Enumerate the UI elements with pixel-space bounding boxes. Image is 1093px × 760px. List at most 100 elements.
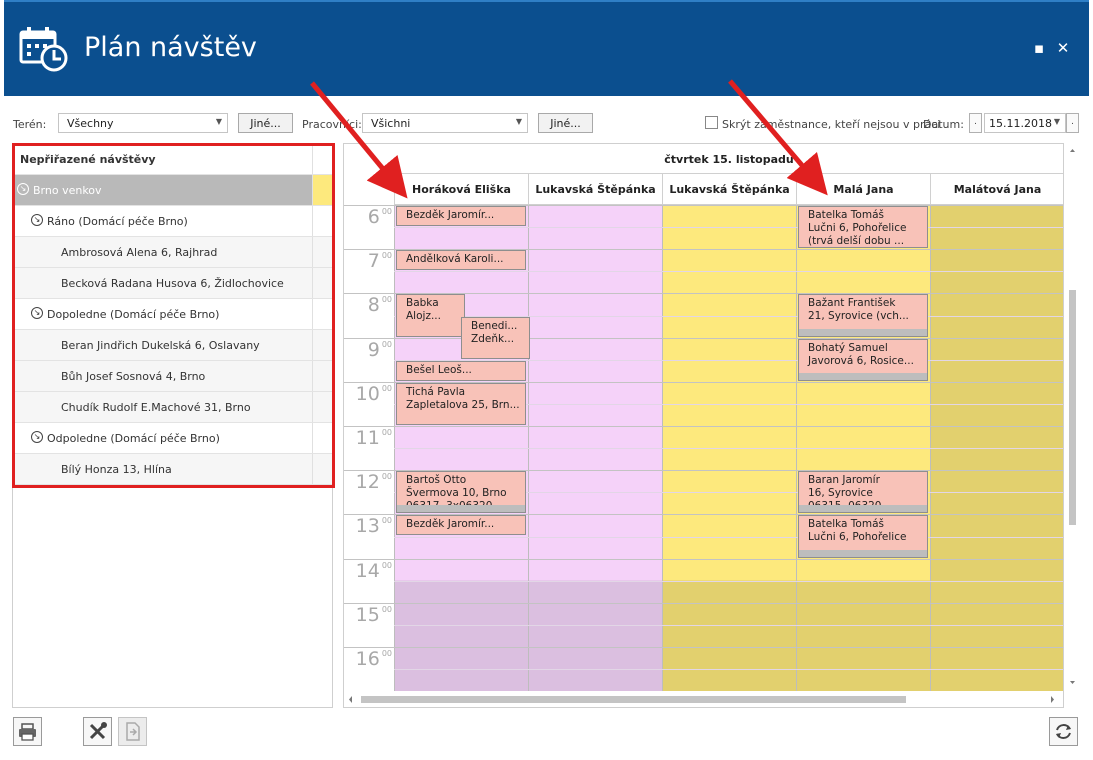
worker-column-header[interactable]: Malá Jana (796, 174, 930, 205)
horizontal-scrollbar[interactable] (345, 693, 1063, 706)
appointment[interactable]: Bohatý Samuel Javorová 6, Rosice... (798, 338, 928, 381)
appointment-text: Andělková Karoli... (406, 253, 504, 266)
workers-select[interactable]: Všichni ▼ (362, 113, 528, 133)
appointment-status-bar (799, 328, 927, 336)
appointment[interactable]: Bezděk Jaromír... (396, 515, 526, 536)
hour-minutes: 00 (381, 516, 392, 526)
tree-item[interactable]: Bůh Josef Sosnová 4, Brno (13, 361, 332, 392)
tree-item-label: Dopoledne (Domácí péče Brno) (47, 308, 220, 321)
hour-number: 13 (355, 515, 380, 538)
half-hour-gridline (394, 448, 1063, 450)
hour-minutes: 00 (381, 207, 392, 216)
half-hour-gridline (394, 271, 1063, 273)
expand-group-icon[interactable]: ↘ (17, 183, 29, 195)
close-button[interactable]: ✕ (1056, 41, 1070, 56)
next-day-button[interactable]: . (1066, 113, 1079, 133)
app-title: Plán návštěv (84, 32, 257, 63)
tree-item[interactable]: Becková Radana Husova 6, Židlochovice (13, 268, 332, 299)
refresh-icon (1056, 724, 1071, 739)
hour-gridline (344, 558, 1063, 560)
hour-minutes: 00 (381, 251, 392, 261)
worker-column-header[interactable]: Lukavská Štěpánka (662, 174, 796, 205)
hour-minutes: 00 (381, 383, 392, 393)
hour-minutes: 00 (381, 428, 392, 437)
workers-other-button[interactable]: Jiné... (538, 113, 593, 133)
appointment[interactable]: Andělková Karoli... (396, 250, 526, 271)
appointment-text: Bezděk Jaromír... (406, 209, 495, 221)
unassigned-panel: Nepřiřazené návštěvy ↘ Brno venkov ↘ Ráno (… (12, 143, 333, 708)
hour-number: 14 (355, 559, 380, 582)
side-cell (312, 423, 332, 453)
date-picker[interactable]: 15.11.2018 ▼ (984, 113, 1066, 133)
side-cell (312, 237, 332, 267)
tools-button[interactable] (83, 717, 112, 746)
print-button[interactable] (13, 717, 42, 746)
appointment-text: Babka (406, 297, 439, 310)
appointment[interactable]: Benedi... Zdeňk... (461, 316, 530, 359)
side-cell (312, 361, 332, 391)
chevron-down-icon: ▼ (215, 117, 222, 126)
tree-item[interactable]: Chudík Rudolf E.Machové 31, Brno (13, 392, 332, 423)
hour-minutes: 00 (381, 472, 392, 482)
appointment-text: Tichá Pavla (406, 385, 466, 398)
tree-item-label: Brno venkov (33, 184, 102, 197)
appointment-text: Alojz... (406, 310, 441, 323)
hour-number: 10 (355, 382, 380, 405)
expand-group-icon[interactable]: ↘ (31, 431, 43, 443)
worker-column-header[interactable]: Lukavská Štěpánka (528, 174, 662, 205)
calendar-day-header: čtvrtek 15. listopadu (394, 144, 1063, 174)
tree-item-label: Beran Jindřich Dukelská 6, Oslavany (61, 339, 260, 352)
appointment[interactable]: Tichá Pavla Zapletalova 25, Brn... (396, 382, 526, 425)
maximize-button[interactable]: ▪ (1032, 41, 1046, 56)
teren-label: Terén: (13, 118, 47, 131)
worker-column-header[interactable]: Malátová Jana (930, 174, 1063, 205)
half-hour-gridline (394, 669, 1063, 671)
hour-gridline (344, 337, 1063, 339)
hour-label: 11 00 (348, 427, 392, 449)
appointment-text: 21, Syrovice (vch... (808, 310, 909, 323)
side-cell (312, 175, 332, 205)
expand-group-icon[interactable]: ↘ (31, 307, 43, 319)
appointment[interactable]: Babka Alojz... (396, 294, 465, 337)
tree-item[interactable]: ↘ Odpoledne (Domácí péče Brno) (13, 423, 332, 454)
appointment[interactable]: Bešel Leoš... (396, 360, 526, 381)
title-bar-stripe (4, 0, 1089, 2)
worker-column-header[interactable]: Horáková Eliška (394, 174, 528, 205)
appointment[interactable]: Bartoš OttoŠvermova 10, Brno06317, 3x063… (396, 471, 526, 514)
tree-item[interactable]: ↘ Ráno (Domácí péče Brno) (13, 206, 332, 237)
hide-absent-checkbox[interactable] (705, 116, 718, 129)
appointment[interactable]: Batelka Tomáš Lučni 6, Pohořelice (798, 515, 928, 558)
half-hour-gridline (394, 227, 1063, 229)
tree-item[interactable]: ↘ Dopoledne (Domácí péče Brno) (13, 299, 332, 330)
export-button[interactable] (118, 717, 147, 746)
workers-label: Pracovníci: (302, 118, 362, 131)
appointment-text: 16, Syrovice (808, 487, 873, 500)
appointment-text: Batelka Tomáš (808, 209, 884, 221)
prev-day-button[interactable]: . (969, 113, 982, 133)
hour-gridline (344, 426, 1063, 427)
vertical-scrollbar[interactable] (1068, 145, 1077, 690)
tree-item[interactable]: ↘ Brno venkov (13, 175, 332, 206)
export-icon (126, 722, 140, 741)
teren-select[interactable]: Všechny ▼ (58, 113, 228, 133)
hour-number: 6 (367, 206, 380, 228)
appointment[interactable]: Baran Jaromír16, Syrovice06315, 06320 (798, 471, 928, 514)
tree-item[interactable]: Beran Jindřich Dukelská 6, Oslavany (13, 330, 332, 361)
appointment[interactable]: Bažant František 21, Syrovice (vch... (798, 294, 928, 337)
appointment[interactable]: Batelka Tomáš Lučni 6, Pohořelice (trvá de… (798, 206, 928, 249)
hour-label: 16 00 (348, 648, 392, 670)
side-cell (312, 454, 332, 484)
appointment[interactable]: Bezděk Jaromír... (396, 206, 526, 227)
hour-label: 12 00 (348, 471, 392, 493)
tree-item[interactable]: Ambrosová Alena 6, Rajhrad (13, 237, 332, 268)
appointment-status-bar (799, 505, 927, 513)
hour-minutes: 00 (381, 560, 392, 570)
teren-other-button[interactable]: Jiné... (238, 113, 293, 133)
refresh-button[interactable] (1049, 717, 1078, 746)
printer-icon (19, 723, 36, 741)
appointment-text: Zdeňk... (471, 332, 515, 345)
expand-group-icon[interactable]: ↘ (31, 214, 43, 226)
appointment-text: Bohatý Samuel (808, 341, 888, 354)
appointment-status-bar (799, 549, 927, 557)
tree-item[interactable]: Bílý Honza 13, Hlína (13, 454, 332, 485)
